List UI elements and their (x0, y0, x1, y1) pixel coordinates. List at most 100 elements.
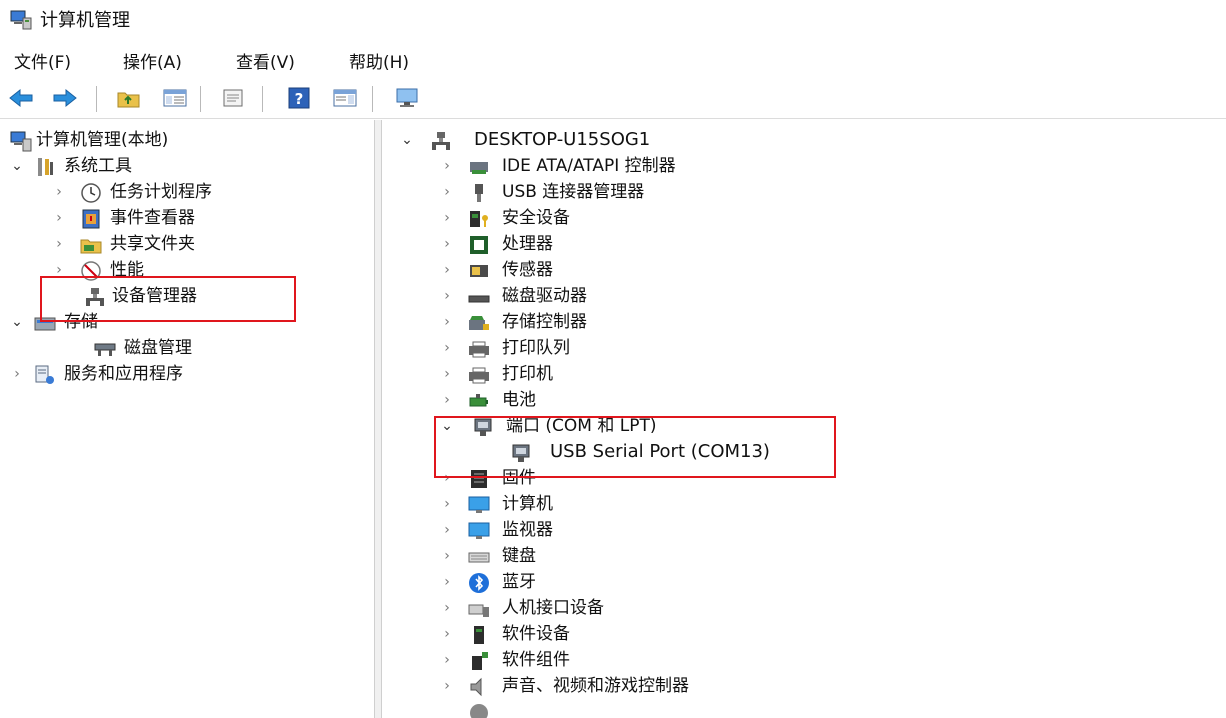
chevron-right-icon[interactable]: › (440, 340, 454, 356)
device-category[interactable]: › 软件组件 (382, 648, 1222, 674)
device-category-ports[interactable]: ⌄ 端口 (COM 和 LPT) (382, 414, 1222, 440)
device-category[interactable]: › 蓝牙 (382, 570, 1222, 596)
pane-splitter[interactable] (374, 120, 382, 718)
toolbar: ? (0, 80, 1226, 116)
device-category-label: 端口 (COM 和 LPT) (506, 416, 657, 436)
chevron-right-icon[interactable]: › (440, 626, 454, 642)
device-category[interactable]: › 处理器 (382, 232, 1222, 258)
chevron-right-icon[interactable]: › (440, 522, 454, 538)
chevron-right-icon[interactable]: › (52, 210, 66, 226)
chevron-down-icon[interactable]: ⌄ (440, 418, 454, 434)
menu-help[interactable]: 帮助(H) (349, 52, 409, 74)
device-category-label: 电池 (502, 390, 536, 410)
menu-bar: 文件(F) 操作(A) 查看(V) 帮助(H) (0, 48, 1226, 78)
device-category[interactable]: › 监视器 (382, 518, 1222, 544)
chevron-right-icon[interactable]: › (440, 210, 454, 226)
chevron-right-icon[interactable]: › (52, 236, 66, 252)
chevron-right-icon[interactable]: › (440, 392, 454, 408)
show-hide-tree-icon[interactable] (162, 86, 188, 110)
monitor-icon[interactable] (394, 86, 420, 110)
menu-file[interactable]: 文件(F) (14, 52, 71, 74)
forward-arrow-icon[interactable] (52, 86, 78, 110)
chevron-right-icon[interactable]: › (440, 158, 454, 174)
device-category[interactable]: › 软件设备 (382, 622, 1222, 648)
firmware-icon (471, 470, 487, 488)
folder-up-icon[interactable] (116, 86, 142, 110)
computer-management-icon (10, 10, 32, 30)
hid-icon (468, 604, 489, 617)
device-category-label: 监视器 (502, 520, 553, 540)
properties-icon[interactable] (220, 86, 246, 110)
tree-item-services-apps[interactable]: › 服务和应用程序 (0, 362, 370, 388)
device-category[interactable]: › 打印队列 (382, 336, 1222, 362)
chevron-right-icon[interactable]: › (440, 288, 454, 304)
tree-label: 共享文件夹 (110, 234, 195, 254)
chevron-right-icon[interactable]: › (440, 652, 454, 668)
chevron-right-icon[interactable]: › (440, 678, 454, 694)
tree-item-device-manager[interactable]: 设备管理器 (0, 284, 370, 310)
chevron-right-icon[interactable]: › (440, 496, 454, 512)
software-device-icon (474, 626, 484, 644)
help-icon[interactable]: ? (286, 86, 312, 110)
menu-action[interactable]: 操作(A) (123, 52, 182, 74)
chevron-down-icon[interactable]: ⌄ (10, 158, 24, 174)
device-category[interactable]: › 固件 (382, 466, 1222, 492)
chevron-right-icon[interactable]: › (440, 262, 454, 278)
device-manager-icon (86, 288, 104, 306)
speaker-icon (470, 677, 482, 697)
chevron-down-icon[interactable]: ⌄ (400, 132, 414, 148)
device-category[interactable]: › 传感器 (382, 258, 1222, 284)
chevron-right-icon[interactable]: › (440, 548, 454, 564)
chevron-right-icon[interactable]: › (440, 574, 454, 590)
port-icon (512, 444, 530, 462)
device-category[interactable]: › 键盘 (382, 544, 1222, 570)
performance-icon (81, 261, 101, 281)
tree-item-task-scheduler[interactable]: › 任务计划程序 (0, 180, 370, 206)
device-category-label: 声音、视频和游戏控制器 (502, 676, 689, 696)
device-item-usb-serial-port[interactable]: USB Serial Port (COM13) (382, 440, 1222, 466)
tree-item-performance[interactable]: › 性能 (0, 258, 370, 284)
chevron-right-icon[interactable]: › (10, 366, 24, 382)
device-category[interactable]: › 人机接口设备 (382, 596, 1222, 622)
tree-item-event-viewer[interactable]: › 事件查看器 (0, 206, 370, 232)
device-category-label: 固件 (502, 468, 536, 488)
chevron-right-icon[interactable]: › (52, 184, 66, 200)
chevron-right-icon[interactable]: › (440, 366, 454, 382)
device-category-label: 磁盘驱动器 (502, 286, 587, 306)
chevron-right-icon[interactable]: › (440, 236, 454, 252)
device-category[interactable]: › 电池 (382, 388, 1222, 414)
device-category[interactable]: › IDE ATA/ATAPI 控制器 (382, 154, 1222, 180)
action-pane-icon[interactable] (332, 86, 358, 110)
device-category[interactable]: › 计算机 (382, 492, 1222, 518)
chevron-right-icon[interactable]: › (440, 600, 454, 616)
device-root[interactable]: ⌄ DESKTOP-U15SOG1 (382, 128, 1222, 154)
printer-icon (469, 367, 489, 384)
device-category[interactable]: › 安全设备 (382, 206, 1222, 232)
back-arrow-icon[interactable] (8, 86, 34, 110)
tree-item-shared-folders[interactable]: › 共享文件夹 (0, 232, 370, 258)
device-tree: ⌄ DESKTOP-U15SOG1 › IDE ATA/ATAPI 控制器 › … (382, 120, 1226, 718)
storage-icon (34, 317, 56, 331)
device-category[interactable]: › USB 连接器管理器 (382, 180, 1222, 206)
tree-item-system-tools[interactable]: ⌄ 系统工具 (0, 154, 370, 180)
chevron-right-icon[interactable]: › (440, 184, 454, 200)
device-category[interactable]: › 存储控制器 (382, 310, 1222, 336)
device-category[interactable]: › 磁盘驱动器 (382, 284, 1222, 310)
device-root-label: DESKTOP-U15SOG1 (474, 129, 651, 150)
tree-label: 事件查看器 (110, 208, 195, 228)
chevron-down-icon[interactable]: ⌄ (10, 314, 24, 330)
device-category-label: 处理器 (502, 234, 553, 254)
tree-item-storage[interactable]: ⌄ 存储 (0, 310, 370, 336)
chevron-right-icon[interactable]: › (440, 314, 454, 330)
menu-view[interactable]: 查看(V) (236, 52, 295, 74)
usb-connector-icon (475, 184, 483, 202)
chevron-right-icon[interactable]: › (52, 262, 66, 278)
chevron-right-icon[interactable]: › (440, 470, 454, 486)
tree-label: 设备管理器 (112, 286, 197, 306)
device-category[interactable]: › 打印机 (382, 362, 1222, 388)
device-item-label: USB Serial Port (COM13) (550, 441, 770, 462)
tree-item-disk-management[interactable]: 磁盘管理 (0, 336, 370, 362)
device-category[interactable]: › 声音、视频和游戏控制器 (382, 674, 1222, 700)
tree-item-root[interactable]: 计算机管理(本地) (0, 128, 370, 154)
device-category-label: 软件组件 (502, 650, 570, 670)
